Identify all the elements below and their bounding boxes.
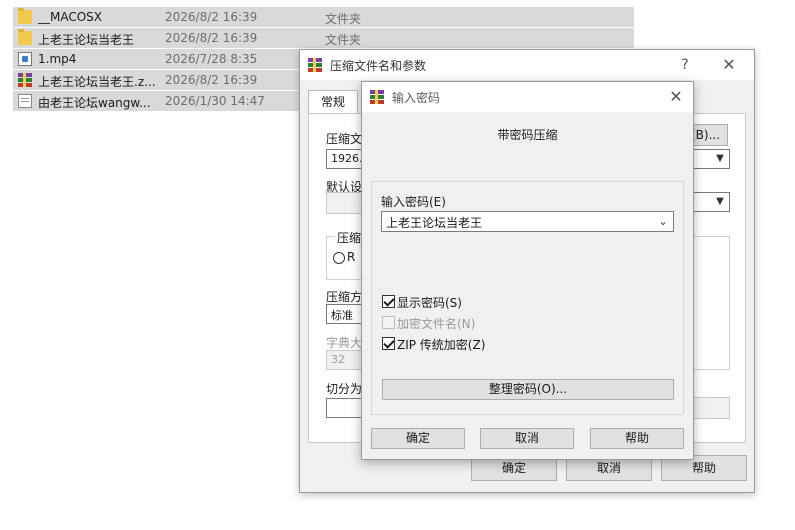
file-date: 2026/7/28 8:35 xyxy=(165,52,258,66)
text-document-icon xyxy=(18,94,32,108)
help-button[interactable]: 帮助 xyxy=(590,428,684,449)
chevron-down-icon: ▼ xyxy=(716,153,724,164)
dictionary-size-dropdown[interactable]: 32 xyxy=(326,350,366,370)
archive-format-label: 压缩 xyxy=(335,229,364,246)
zip-legacy-checkbox[interactable] xyxy=(382,337,395,350)
dialog-titlebar[interactable]: 压缩文件名和参数 ? ✕ xyxy=(300,50,754,80)
split-volumes-label: 切分为 xyxy=(326,382,363,396)
show-password-label: 显示密码(S) xyxy=(397,296,462,310)
close-icon[interactable]: ✕ xyxy=(665,86,687,108)
split-volumes-input[interactable] xyxy=(326,398,366,418)
enter-password-dialog: 输入密码 ✕ 带密码压缩 输入密码(E) 上老王论坛当老王 ⌄ 显示密码(S) … xyxy=(361,81,694,460)
file-date: 2026/8/2 16:39 xyxy=(165,31,258,45)
chevron-down-icon: ⌄ xyxy=(658,215,668,228)
file-row[interactable]: 上老王论坛当老王 2026/8/2 16:39 文件夹 xyxy=(13,28,634,49)
folder-icon xyxy=(18,8,32,24)
organize-passwords-button[interactable]: 整理密码(O)... xyxy=(382,379,674,400)
password-dialog-titlebar[interactable]: 输入密码 ✕ xyxy=(362,82,693,112)
dictionary-size-label: 字典大 xyxy=(326,336,363,350)
dialog-title: 压缩文件名和参数 xyxy=(330,59,427,73)
password-heading: 带密码压缩 xyxy=(497,128,558,142)
encrypt-filenames-checkbox[interactable] xyxy=(382,316,395,329)
show-password-checkbox[interactable] xyxy=(382,295,395,308)
rar-radio[interactable] xyxy=(333,252,345,264)
encrypt-filenames-label: 加密文件名(N) xyxy=(397,317,476,331)
ok-button[interactable]: 确定 xyxy=(371,428,465,449)
chevron-down-icon: ▼ xyxy=(716,196,724,207)
cancel-button[interactable]: 取消 xyxy=(480,428,574,449)
file-name: 上老王论坛当老王 xyxy=(38,33,135,47)
folder-icon xyxy=(18,29,32,45)
archive-name-label: 压缩文 xyxy=(326,132,363,146)
file-name: 由老王论坛wangw... xyxy=(38,96,151,110)
file-date: 2026/1/30 14:47 xyxy=(165,94,265,108)
compression-method-label: 压缩方 xyxy=(326,290,363,304)
winrar-icon xyxy=(308,58,322,72)
file-type: 文件夹 xyxy=(325,33,362,47)
file-date: 2026/8/2 16:39 xyxy=(165,73,258,87)
password-dialog-body: 带密码压缩 输入密码(E) 上老王论坛当老王 ⌄ 显示密码(S) 加密文件名(N… xyxy=(362,112,693,459)
close-icon[interactable]: ✕ xyxy=(718,54,740,76)
compression-method-dropdown[interactable]: 标准 xyxy=(326,304,366,324)
file-type: 文件夹 xyxy=(325,12,362,26)
zip-legacy-label: ZIP 传统加密(Z) xyxy=(397,338,486,352)
password-input[interactable]: 上老王论坛当老王 ⌄ xyxy=(381,211,674,232)
password-value: 上老王论坛当老王 xyxy=(386,216,483,230)
file-name: 上老王论坛当老王.z... xyxy=(38,75,156,89)
file-name: __MACOSX xyxy=(38,10,103,24)
file-name: 1.mp4 xyxy=(38,52,77,66)
archive-format-group: 压缩 R xyxy=(326,229,366,280)
help-button[interactable]: ? xyxy=(674,54,696,76)
rar-radio-label: R xyxy=(347,250,356,264)
winrar-icon xyxy=(370,90,384,104)
password-group: 输入密码(E) 上老王论坛当老王 ⌄ 显示密码(S) 加密文件名(N) ZIP … xyxy=(371,181,684,415)
winrar-archive-icon xyxy=(18,73,32,87)
password-dialog-title: 输入密码 xyxy=(392,91,441,105)
tab-general[interactable]: 常规 xyxy=(308,90,358,114)
file-row[interactable]: __MACOSX 2026/8/2 16:39 文件夹 xyxy=(13,7,634,28)
video-file-icon xyxy=(18,52,32,66)
file-date: 2026/8/2 16:39 xyxy=(165,10,258,24)
password-label: 输入密码(E) xyxy=(381,195,446,209)
